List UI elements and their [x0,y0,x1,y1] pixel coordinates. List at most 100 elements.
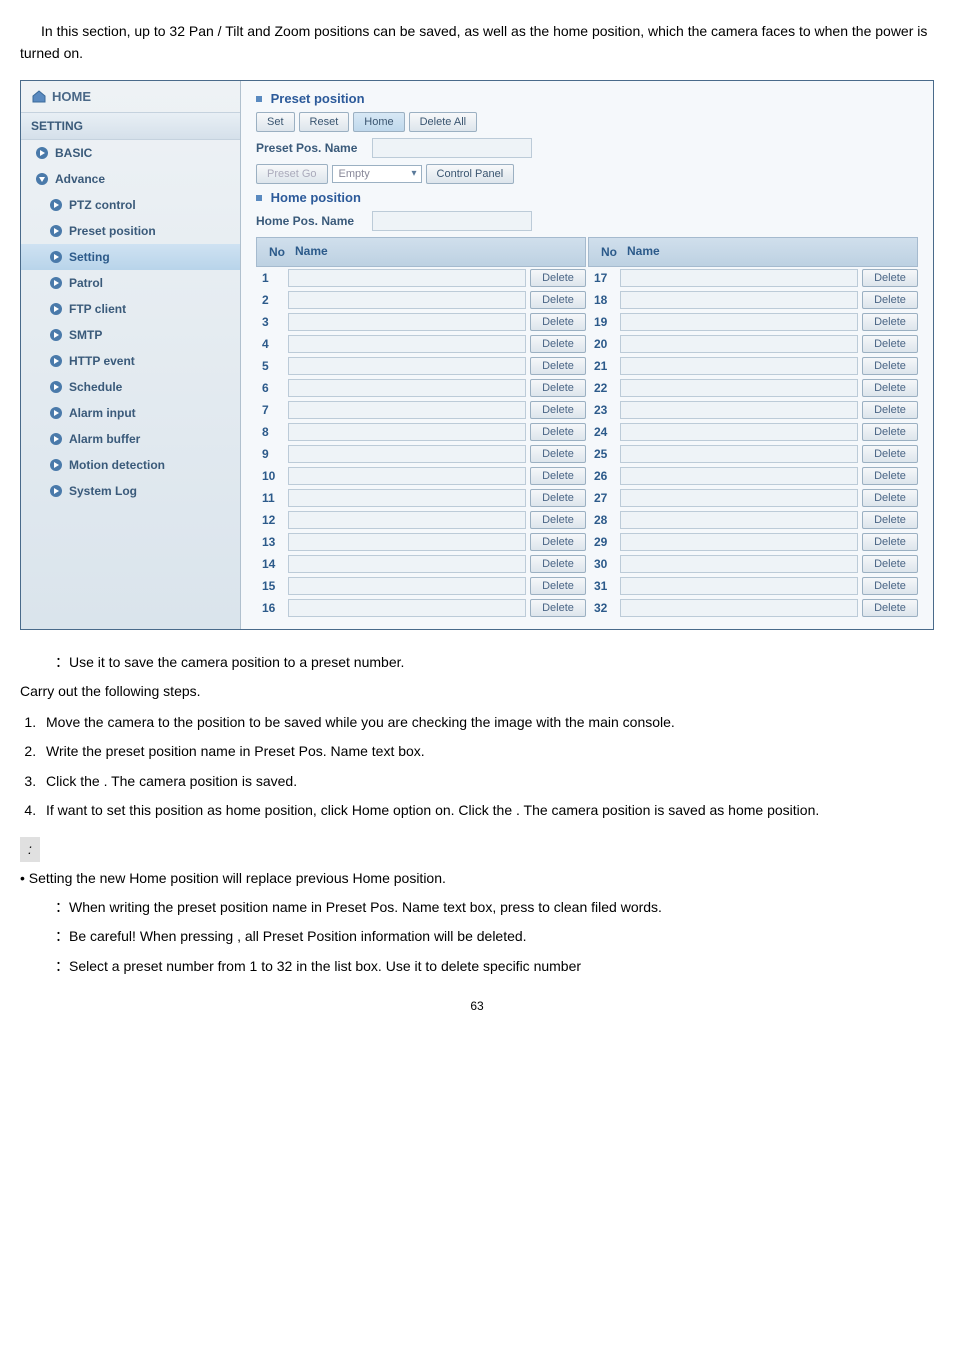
preset-row: 18Delete [588,289,918,311]
delete-button[interactable]: Delete [530,269,586,287]
delete-button[interactable]: Delete [530,511,586,529]
preset-name-input[interactable] [620,599,858,617]
preset-row: 7Delete [256,399,586,421]
delete-all-button[interactable]: Delete All [409,112,477,132]
home-button[interactable]: Home [353,112,404,132]
nav-item-ftp-client[interactable]: FTP client [21,296,240,322]
delete-button[interactable]: Delete [530,401,586,419]
preset-row: 8Delete [256,421,586,443]
delete-button[interactable]: Delete [530,489,586,507]
delete-button[interactable]: Delete [862,269,918,287]
preset-name-input[interactable] [288,555,526,573]
nav-item-alarm-input[interactable]: Alarm input [21,400,240,426]
delete-button[interactable]: Delete [862,401,918,419]
nav-item-setting[interactable]: Setting [21,244,240,270]
preset-name-input[interactable] [288,489,526,507]
delete-button[interactable]: Delete [862,489,918,507]
delete-button[interactable]: Delete [862,423,918,441]
delete-button[interactable]: Delete [862,555,918,573]
preset-name-input[interactable] [620,335,858,353]
nav-item-motion-detection[interactable]: Motion detection [21,452,240,478]
nav-item-http-event[interactable]: HTTP event [21,348,240,374]
preset-name-input[interactable] [288,313,526,331]
nav-item-system-log[interactable]: System Log [21,478,240,504]
preset-col-left: No Name 1Delete2Delete3Delete4Delete5Del… [256,237,586,619]
preset-name-input[interactable] [620,357,858,375]
preset-name-input[interactable] [620,379,858,397]
nav-advance[interactable]: Advance [21,166,240,192]
preset-pos-name-input[interactable] [372,138,532,158]
delete-button[interactable]: Delete [530,423,586,441]
preset-row: 17Delete [588,267,918,289]
preset-name-input[interactable] [620,489,858,507]
preset-name-input[interactable] [288,533,526,551]
preset-row: 19Delete [588,311,918,333]
delete-button[interactable]: Delete [862,291,918,309]
preset-name-input[interactable] [288,599,526,617]
nav-item-preset-position[interactable]: Preset position [21,218,240,244]
preset-name-input[interactable] [288,511,526,529]
nav-item-alarm-buffer[interactable]: Alarm buffer [21,426,240,452]
delete-button[interactable]: Delete [530,357,586,375]
preset-name-input[interactable] [620,511,858,529]
preset-name-input[interactable] [620,533,858,551]
delete-button[interactable]: Delete [530,379,586,397]
delete-button[interactable]: Delete [530,291,586,309]
nav-item-ptz-control[interactable]: PTZ control [21,192,240,218]
nav-basic[interactable]: BASIC [21,140,240,166]
preset-name-input[interactable] [620,445,858,463]
nav-item-schedule[interactable]: Schedule [21,374,240,400]
preset-name-input[interactable] [620,401,858,419]
preset-name-input[interactable] [288,269,526,287]
home-position-title: Home position [256,190,918,205]
home-link[interactable]: HOME [21,81,240,112]
preset-name-input[interactable] [288,379,526,397]
preset-dropdown[interactable]: Empty [332,165,422,183]
preset-row: 20Delete [588,333,918,355]
col-name-label: Name [625,242,911,262]
nav-item-patrol[interactable]: Patrol [21,270,240,296]
delete-button[interactable]: Delete [530,577,586,595]
delete-button[interactable]: Delete [862,467,918,485]
control-panel-button[interactable]: Control Panel [426,164,515,184]
preset-row: 27Delete [588,487,918,509]
delete-button[interactable]: Delete [862,577,918,595]
delete-button[interactable]: Delete [862,379,918,397]
delete-button[interactable]: Delete [862,357,918,375]
preset-name-input[interactable] [288,467,526,485]
delete-button[interactable]: Delete [862,313,918,331]
col-name-label: Name [293,242,579,262]
delete-button[interactable]: Delete [530,313,586,331]
preset-name-input[interactable] [620,577,858,595]
set-button[interactable]: Set [256,112,295,132]
reset-button[interactable]: Reset [299,112,350,132]
home-pos-name-input[interactable] [372,211,532,231]
delete-button[interactable]: Delete [530,599,586,617]
preset-go-button[interactable]: Preset Go [256,164,328,184]
preset-name-input[interactable] [288,335,526,353]
delete-button[interactable]: Delete [530,445,586,463]
preset-name-input[interactable] [288,577,526,595]
preset-name-input[interactable] [620,555,858,573]
preset-name-input[interactable] [620,291,858,309]
nav-item-smtp[interactable]: SMTP [21,322,240,348]
delete-button[interactable]: Delete [862,445,918,463]
delete-button[interactable]: Delete [530,467,586,485]
delete-button[interactable]: Delete [530,335,586,353]
preset-name-input[interactable] [288,291,526,309]
delete-button[interactable]: Delete [530,533,586,551]
delete-button[interactable]: Delete [530,555,586,573]
preset-name-input[interactable] [288,423,526,441]
preset-name-input[interactable] [288,357,526,375]
delete-button[interactable]: Delete [862,511,918,529]
nav-item-label: FTP client [69,302,126,316]
delete-button[interactable]: Delete [862,533,918,551]
preset-name-input[interactable] [288,445,526,463]
preset-name-input[interactable] [620,423,858,441]
delete-button[interactable]: Delete [862,335,918,353]
preset-name-input[interactable] [620,269,858,287]
preset-name-input[interactable] [620,467,858,485]
preset-name-input[interactable] [620,313,858,331]
preset-name-input[interactable] [288,401,526,419]
delete-button[interactable]: Delete [862,599,918,617]
